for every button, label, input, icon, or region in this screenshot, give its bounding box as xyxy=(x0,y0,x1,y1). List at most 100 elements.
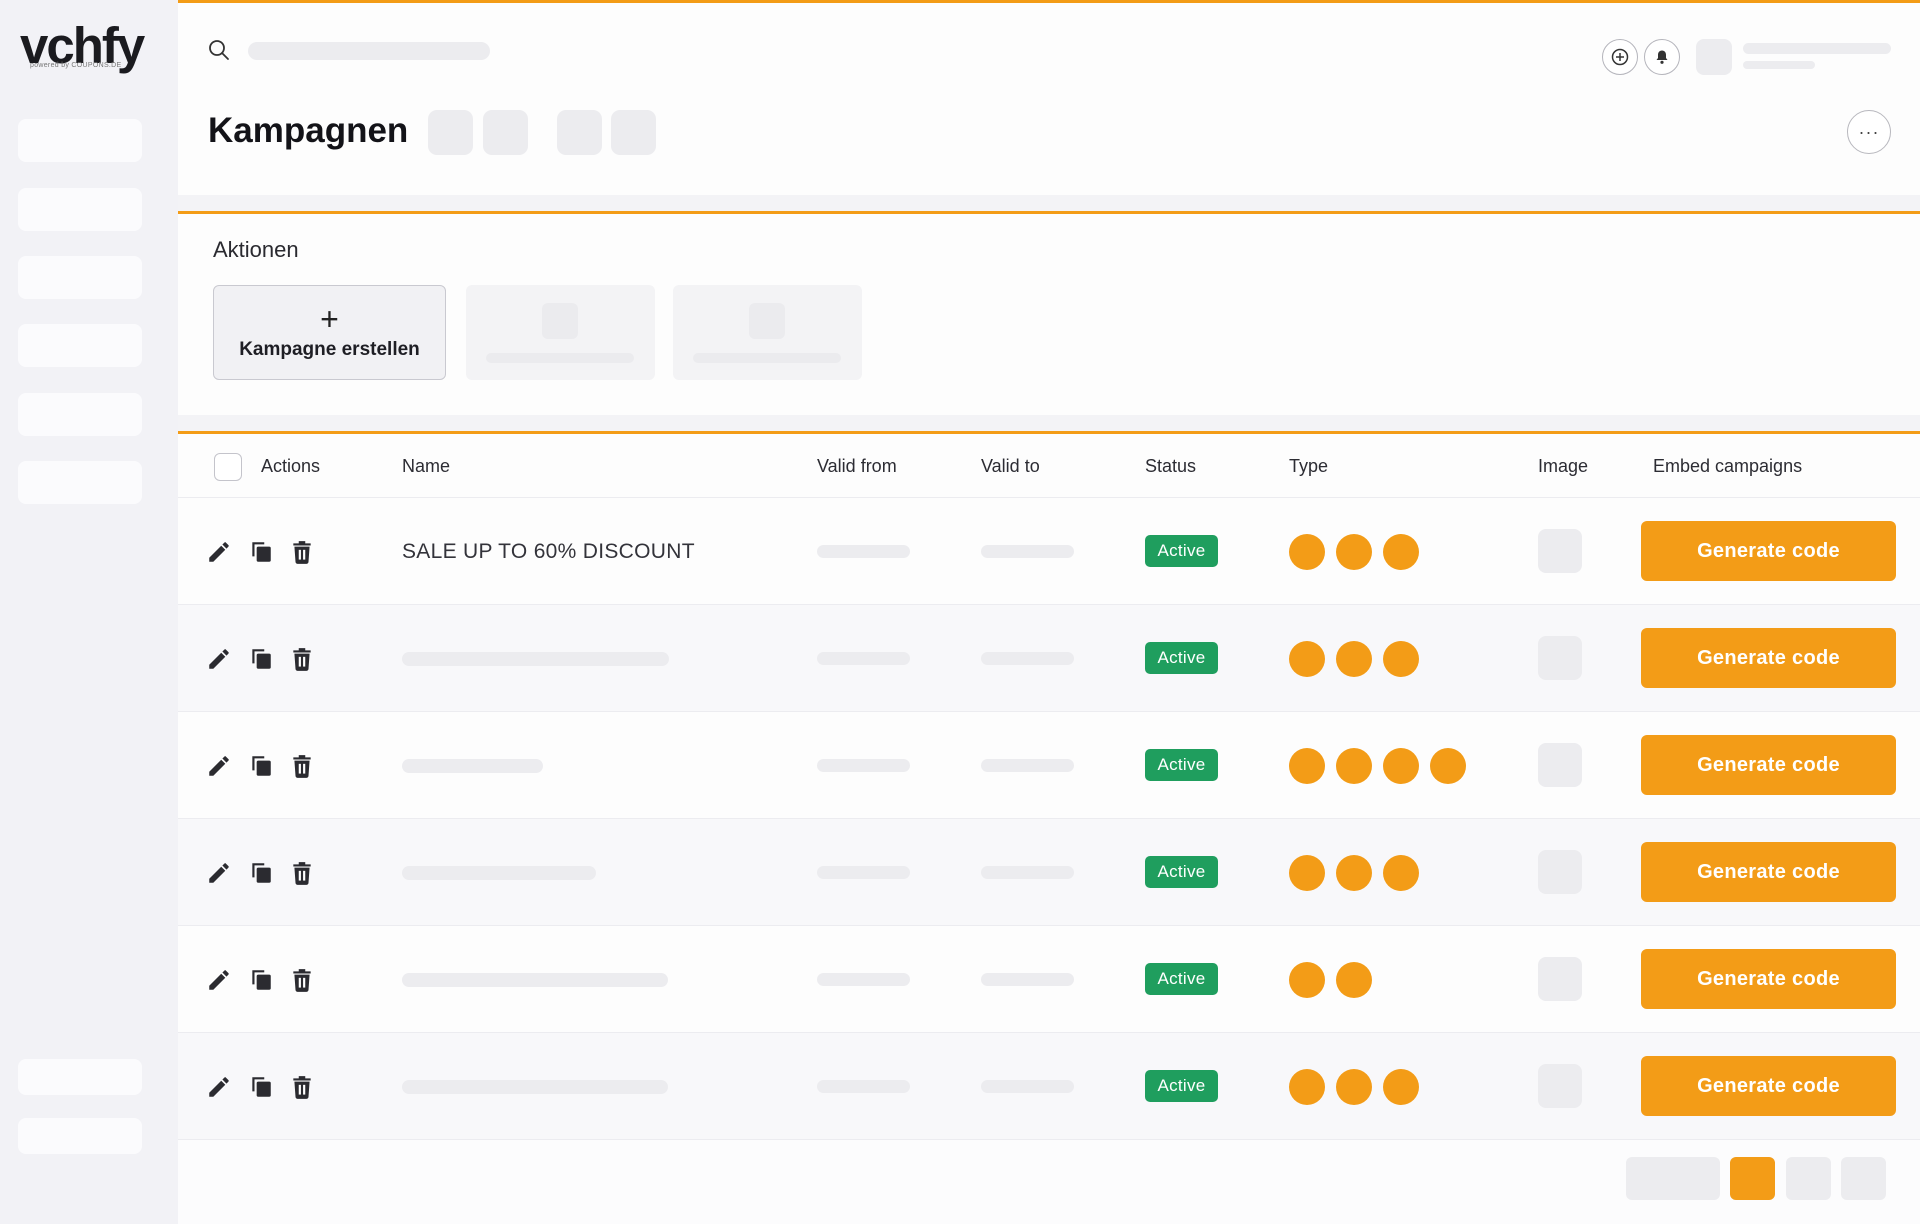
sidebar-nav-item[interactable] xyxy=(18,256,142,299)
search-icon[interactable] xyxy=(208,39,230,61)
section-gap xyxy=(178,415,1920,431)
column-actions: Actions xyxy=(261,456,321,476)
type-indicator xyxy=(1289,962,1325,998)
column-status[interactable]: Status xyxy=(1145,456,1196,477)
type-indicator xyxy=(1383,1069,1419,1105)
copy-icon[interactable] xyxy=(248,753,274,779)
pencil-icon[interactable] xyxy=(206,539,232,565)
sidebar-nav-item[interactable] xyxy=(18,461,142,504)
trash-icon[interactable] xyxy=(289,646,315,672)
search-input[interactable] xyxy=(248,42,490,60)
header-placeholder-button[interactable] xyxy=(611,110,656,155)
header-placeholder-button[interactable] xyxy=(428,110,473,155)
generate-code-button[interactable]: Generate code xyxy=(1641,1056,1896,1116)
column-embed-campaigns: Embed campaigns xyxy=(1653,456,1803,476)
column-valid-to[interactable]: Valid to xyxy=(981,456,1040,477)
header-placeholder-button[interactable] xyxy=(483,110,528,155)
notifications-button[interactable] xyxy=(1644,39,1680,75)
trash-icon[interactable] xyxy=(289,539,315,565)
campaign-image-thumbnail[interactable] xyxy=(1538,743,1582,787)
campaign-image-thumbnail[interactable] xyxy=(1538,1064,1582,1108)
sidebar-nav-item[interactable] xyxy=(18,393,142,436)
create-campaign-button[interactable]: + Kampagne erstellen xyxy=(213,285,446,380)
campaign-name[interactable]: SALE UP TO 60% DISCOUNT xyxy=(402,540,695,564)
table-row: SALE UP TO 60% DISCOUNT Active Generate co… xyxy=(178,498,1920,605)
user-name xyxy=(1743,43,1891,54)
pencil-icon[interactable] xyxy=(206,753,232,779)
action-card-placeholder[interactable] xyxy=(466,285,655,380)
campaign-image-thumbnail[interactable] xyxy=(1538,529,1582,573)
generate-code-button[interactable]: Generate code xyxy=(1641,735,1896,795)
sidebar-nav-item[interactable] xyxy=(18,119,142,162)
action-card-placeholder[interactable] xyxy=(673,285,862,380)
valid-from-placeholder xyxy=(817,759,910,772)
avatar[interactable] xyxy=(1696,39,1732,75)
generate-code-button[interactable]: Generate code xyxy=(1641,521,1896,581)
pagination-page[interactable] xyxy=(1786,1157,1831,1200)
copy-icon[interactable] xyxy=(248,539,274,565)
sidebar-nav-item[interactable] xyxy=(18,1059,142,1095)
sidebar-nav-item[interactable] xyxy=(18,324,142,367)
type-indicator xyxy=(1336,534,1372,570)
pencil-icon[interactable] xyxy=(206,646,232,672)
column-image: Image xyxy=(1538,456,1589,476)
type-indicator xyxy=(1336,855,1372,891)
select-all-checkbox[interactable] xyxy=(214,453,242,481)
column-name[interactable]: Name xyxy=(402,456,450,477)
pagination-next[interactable] xyxy=(1841,1157,1886,1200)
type-indicator xyxy=(1430,748,1466,784)
trash-icon[interactable] xyxy=(289,860,315,886)
valid-to-placeholder xyxy=(981,973,1074,986)
pencil-icon[interactable] xyxy=(206,1074,232,1100)
actions-title: Aktionen xyxy=(213,237,299,262)
campaigns-table: Actions Name Valid from Valid to Status … xyxy=(178,431,1920,1224)
sidebar-nav-item[interactable] xyxy=(18,1118,142,1154)
table-row: Active Generate code xyxy=(178,819,1920,926)
trash-icon[interactable] xyxy=(289,967,315,993)
section-gap xyxy=(178,195,1920,211)
copy-icon[interactable] xyxy=(248,646,274,672)
add-circle-icon xyxy=(1611,48,1629,66)
header-placeholder-button[interactable] xyxy=(557,110,602,155)
generate-code-button[interactable]: Generate code xyxy=(1641,628,1896,688)
valid-from-placeholder xyxy=(817,973,910,986)
actions-panel: Aktionen + Kampagne erstellen xyxy=(178,211,1920,415)
trash-icon[interactable] xyxy=(289,753,315,779)
table-row: Active Generate code xyxy=(178,605,1920,712)
generate-code-button[interactable]: Generate code xyxy=(1641,842,1896,902)
type-indicator xyxy=(1383,641,1419,677)
valid-to-placeholder xyxy=(981,652,1074,665)
action-card-icon xyxy=(542,303,578,339)
column-type[interactable]: Type xyxy=(1289,456,1328,477)
campaign-name-placeholder xyxy=(402,1080,668,1094)
more-options-button[interactable]: ··· xyxy=(1847,110,1891,154)
pagination-page-active[interactable] xyxy=(1730,1157,1775,1200)
trash-icon[interactable] xyxy=(289,1074,315,1100)
logo[interactable]: vchfy powered by COUPONS.DE xyxy=(20,18,145,74)
copy-icon[interactable] xyxy=(248,1074,274,1100)
campaign-image-thumbnail[interactable] xyxy=(1538,957,1582,1001)
bell-icon xyxy=(1656,50,1668,64)
generate-code-button[interactable]: Generate code xyxy=(1641,949,1896,1009)
campaign-name-placeholder xyxy=(402,759,543,773)
column-valid-from[interactable]: Valid from xyxy=(817,456,897,477)
type-indicator xyxy=(1383,748,1419,784)
pagination-previous[interactable] xyxy=(1626,1157,1720,1200)
type-indicator xyxy=(1289,534,1325,570)
valid-to-placeholder xyxy=(981,866,1074,879)
plus-icon: + xyxy=(320,300,339,337)
pencil-icon[interactable] xyxy=(206,860,232,886)
copy-icon[interactable] xyxy=(248,860,274,886)
campaign-image-thumbnail[interactable] xyxy=(1538,850,1582,894)
pencil-icon[interactable] xyxy=(206,967,232,993)
valid-from-placeholder xyxy=(817,652,910,665)
status-badge: Active xyxy=(1145,642,1218,674)
copy-icon[interactable] xyxy=(248,967,274,993)
sidebar-nav-item[interactable] xyxy=(18,188,142,231)
main-content: Kampagnen ··· Aktionen + Kampagne erstel… xyxy=(178,0,1920,1224)
type-indicator xyxy=(1289,1069,1325,1105)
sidebar: vchfy powered by COUPONS.DE xyxy=(0,0,178,1224)
campaign-image-thumbnail[interactable] xyxy=(1538,636,1582,680)
add-button[interactable] xyxy=(1602,39,1638,75)
campaign-name-placeholder xyxy=(402,652,669,666)
